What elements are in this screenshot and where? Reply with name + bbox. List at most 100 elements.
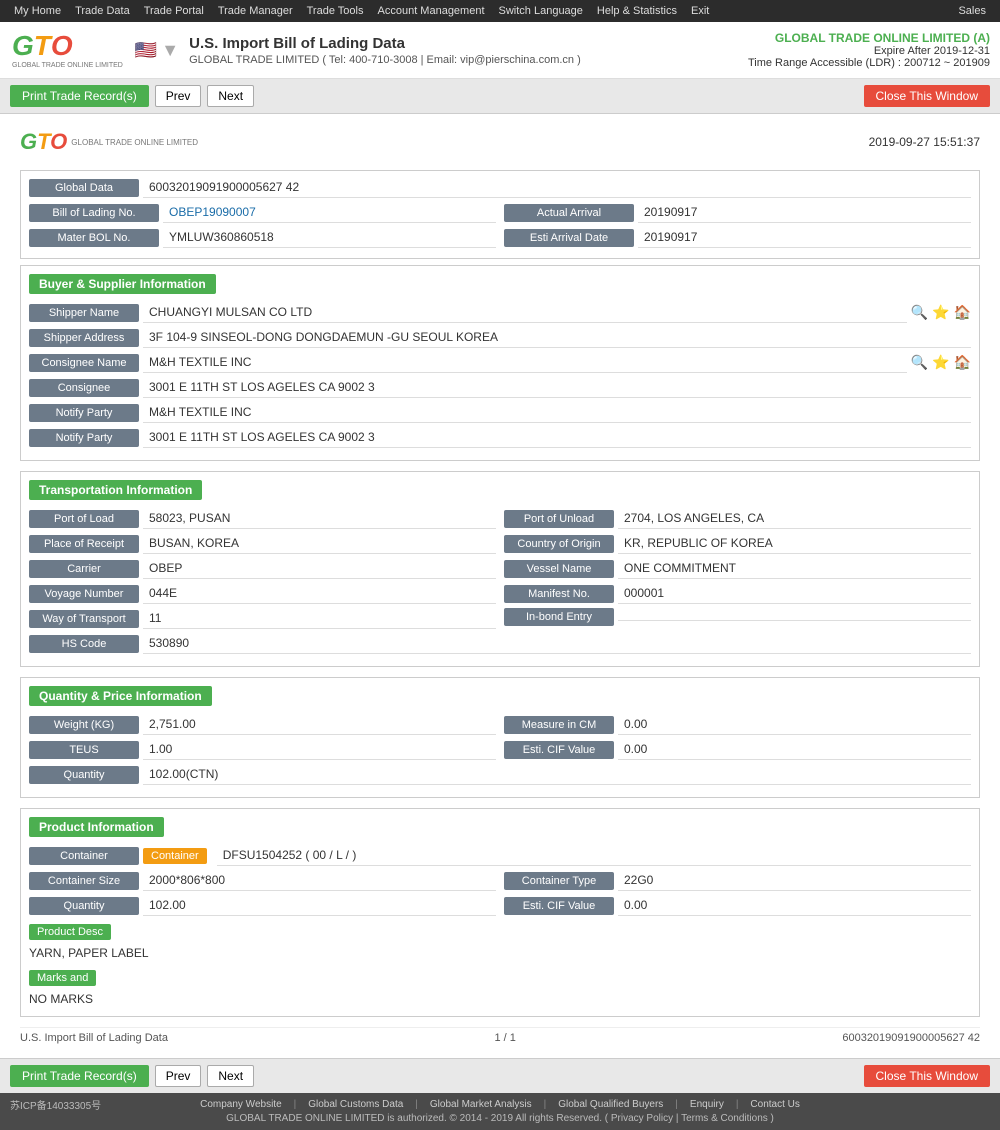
notify-party2-label: Notify Party bbox=[29, 429, 139, 447]
footer-link-customs[interactable]: Global Customs Data bbox=[308, 1099, 403, 1110]
container-label: Container bbox=[29, 847, 139, 865]
header-left: G T O GLOBAL TRADE ONLINE LIMITED 🇺🇸 ▼ U… bbox=[10, 28, 581, 72]
consignee-name-label: Consignee Name bbox=[29, 354, 139, 372]
shipper-icons: 🔍 ⭐ 🏠 bbox=[911, 304, 971, 321]
shipper-address-row: Shipper Address 3F 104-9 SINSEOL-DONG DO… bbox=[29, 327, 971, 348]
notify-party-label: Notify Party bbox=[29, 404, 139, 422]
shipper-star-icon[interactable]: ⭐ bbox=[932, 304, 949, 321]
consignee-name-row: Consignee Name M&H TEXTILE INC 🔍 ⭐ 🏠 bbox=[29, 352, 971, 373]
container-value: DFSU1504252 ( 00 / L / ) bbox=[217, 845, 971, 866]
nav-tradetools[interactable]: Trade Tools bbox=[301, 3, 370, 19]
logo-subtitle: GLOBAL TRADE ONLINE LIMITED bbox=[12, 62, 123, 70]
container-size-row: Container Size 2000*806*800 bbox=[29, 870, 496, 891]
footer-copyright: GLOBAL TRADE ONLINE LIMITED is authorize… bbox=[226, 1113, 774, 1124]
next-top-button[interactable]: Next bbox=[207, 85, 254, 107]
marks-value: NO MARKS bbox=[29, 990, 971, 1008]
weight-label: Weight (KG) bbox=[29, 716, 139, 734]
hs-code-value: 530890 bbox=[143, 633, 971, 654]
print-top-button[interactable]: Print Trade Record(s) bbox=[10, 85, 149, 107]
header-ldr: Time Range Accessible (LDR) : 200712 ~ 2… bbox=[748, 57, 990, 69]
measure-label: Measure in CM bbox=[504, 716, 614, 734]
product-desc-value: YARN, PAPER LABEL bbox=[29, 944, 971, 962]
shipper-name-row: Shipper Name CHUANGYI MULSAN CO LTD 🔍 ⭐ … bbox=[29, 302, 971, 323]
footer-link-website[interactable]: Company Website bbox=[200, 1099, 282, 1110]
container-type-row: Container Type 22G0 bbox=[504, 870, 971, 891]
consignee-star-icon[interactable]: ⭐ bbox=[932, 354, 949, 371]
nav-trademanager[interactable]: Trade Manager bbox=[212, 3, 299, 19]
page-footer: 苏ICP备14033305号 Company Website | Global … bbox=[0, 1093, 1000, 1130]
close-bottom-button[interactable]: Close This Window bbox=[864, 1065, 990, 1087]
container-row: Container Container DFSU1504252 ( 00 / L… bbox=[29, 845, 971, 866]
buyer-supplier-section: Buyer & Supplier Information Shipper Nam… bbox=[20, 265, 980, 461]
footer-link-contact[interactable]: Contact Us bbox=[750, 1099, 799, 1110]
nav-myhome[interactable]: My Home bbox=[8, 3, 67, 19]
port-unload-row: Port of Unload 2704, LOS ANGELES, CA bbox=[504, 508, 971, 529]
consignee-search-icon[interactable]: 🔍 bbox=[911, 354, 928, 371]
next-bottom-button[interactable]: Next bbox=[207, 1065, 254, 1087]
esti-cif-row: Esti. CIF Value 0.00 bbox=[504, 739, 971, 760]
product-esti-cif-row: Esti. CIF Value 0.00 bbox=[504, 895, 971, 916]
print-bottom-button[interactable]: Print Trade Record(s) bbox=[10, 1065, 149, 1087]
nav-sales: Sales bbox=[952, 3, 992, 19]
header-company: GLOBAL TRADE ONLINE LIMITED (A) bbox=[748, 31, 990, 45]
top-toolbar: Print Trade Record(s) Prev Next Close Th… bbox=[0, 79, 1000, 114]
logo: G T O GLOBAL TRADE ONLINE LIMITED bbox=[10, 28, 125, 72]
measure-value: 0.00 bbox=[618, 714, 971, 735]
doc-footer-page: 1 / 1 bbox=[494, 1032, 515, 1044]
weight-row: Weight (KG) 2,751.00 bbox=[29, 714, 496, 735]
footer-link-enquiry[interactable]: Enquiry bbox=[690, 1099, 724, 1110]
carrier-value: OBEP bbox=[143, 558, 496, 579]
doc-header: GTO GLOBAL TRADE ONLINE LIMITED 2019-09-… bbox=[20, 124, 980, 160]
master-bol-value: YMLUW360860518 bbox=[163, 227, 496, 248]
esti-cif-value: 0.00 bbox=[618, 739, 971, 760]
header-expire: Expire After 2019-12-31 bbox=[748, 45, 990, 57]
bol-label: Bill of Lading No. bbox=[29, 204, 159, 222]
shipper-name-label: Shipper Name bbox=[29, 304, 139, 322]
actual-arrival-label: Actual Arrival bbox=[504, 204, 634, 222]
nav-tradeportal[interactable]: Trade Portal bbox=[138, 3, 210, 19]
transport-title: Transportation Information bbox=[29, 480, 202, 500]
container-size-label: Container Size bbox=[29, 872, 139, 890]
nav-tradedata[interactable]: Trade Data bbox=[69, 3, 136, 19]
header-right: GLOBAL TRADE ONLINE LIMITED (A) Expire A… bbox=[748, 31, 990, 69]
consignee-label: Consignee bbox=[29, 379, 139, 397]
shipper-home-icon[interactable]: 🏠 bbox=[954, 304, 971, 321]
consignee-icons: 🔍 ⭐ 🏠 bbox=[911, 354, 971, 371]
nav-accountmgmt[interactable]: Account Management bbox=[372, 3, 491, 19]
consignee-home-icon[interactable]: 🏠 bbox=[954, 354, 971, 371]
manifest-row: Manifest No. 000001 bbox=[504, 583, 971, 604]
logo-o: O bbox=[51, 30, 73, 62]
footer-link-market[interactable]: Global Market Analysis bbox=[430, 1099, 532, 1110]
inbond-value bbox=[618, 614, 971, 621]
way-transport-value: 11 bbox=[143, 608, 496, 629]
flag-separator: ▼ bbox=[161, 40, 179, 61]
footer-link-buyers[interactable]: Global Qualified Buyers bbox=[558, 1099, 663, 1110]
transport-section: Transportation Information Port of Load … bbox=[20, 471, 980, 667]
header-subtitle: GLOBAL TRADE LIMITED ( Tel: 400-710-3008… bbox=[189, 54, 581, 66]
nav-help[interactable]: Help & Statistics bbox=[591, 3, 683, 19]
product-quantity-label: Quantity bbox=[29, 897, 139, 915]
doc-footer: U.S. Import Bill of Lading Data 1 / 1 60… bbox=[20, 1027, 980, 1048]
voyage-value: 044E bbox=[143, 583, 496, 604]
notify-party2-value: 3001 E 11TH ST LOS AGELES CA 9002 3 bbox=[143, 427, 971, 448]
inbond-label: In-bond Entry bbox=[504, 608, 614, 626]
product-esti-cif-value: 0.00 bbox=[618, 895, 971, 916]
close-top-button[interactable]: Close This Window bbox=[864, 85, 990, 107]
header-bar: G T O GLOBAL TRADE ONLINE LIMITED 🇺🇸 ▼ U… bbox=[0, 22, 1000, 79]
global-data-label: Global Data bbox=[29, 179, 139, 197]
country-origin-row: Country of Origin KR, REPUBLIC OF KOREA bbox=[504, 533, 971, 554]
prev-top-button[interactable]: Prev bbox=[155, 85, 202, 107]
weight-value: 2,751.00 bbox=[143, 714, 496, 735]
quantity-row: Quantity 102.00(CTN) bbox=[29, 764, 971, 785]
icp-number: 苏ICP备14033305号 bbox=[10, 1097, 101, 1112]
prev-bottom-button[interactable]: Prev bbox=[155, 1065, 202, 1087]
nav-exit[interactable]: Exit bbox=[685, 3, 715, 19]
master-bol-label: Mater BOL No. bbox=[29, 229, 159, 247]
nav-switchlang[interactable]: Switch Language bbox=[493, 3, 589, 19]
shipper-search-icon[interactable]: 🔍 bbox=[911, 304, 928, 321]
consignee-value: 3001 E 11TH ST LOS AGELES CA 9002 3 bbox=[143, 377, 971, 398]
product-desc-label: Product Desc bbox=[29, 924, 111, 940]
marks-label: Marks and bbox=[29, 970, 96, 986]
place-receipt-label: Place of Receipt bbox=[29, 535, 139, 553]
shipper-address-value: 3F 104-9 SINSEOL-DONG DONGDAEMUN -GU SEO… bbox=[143, 327, 971, 348]
